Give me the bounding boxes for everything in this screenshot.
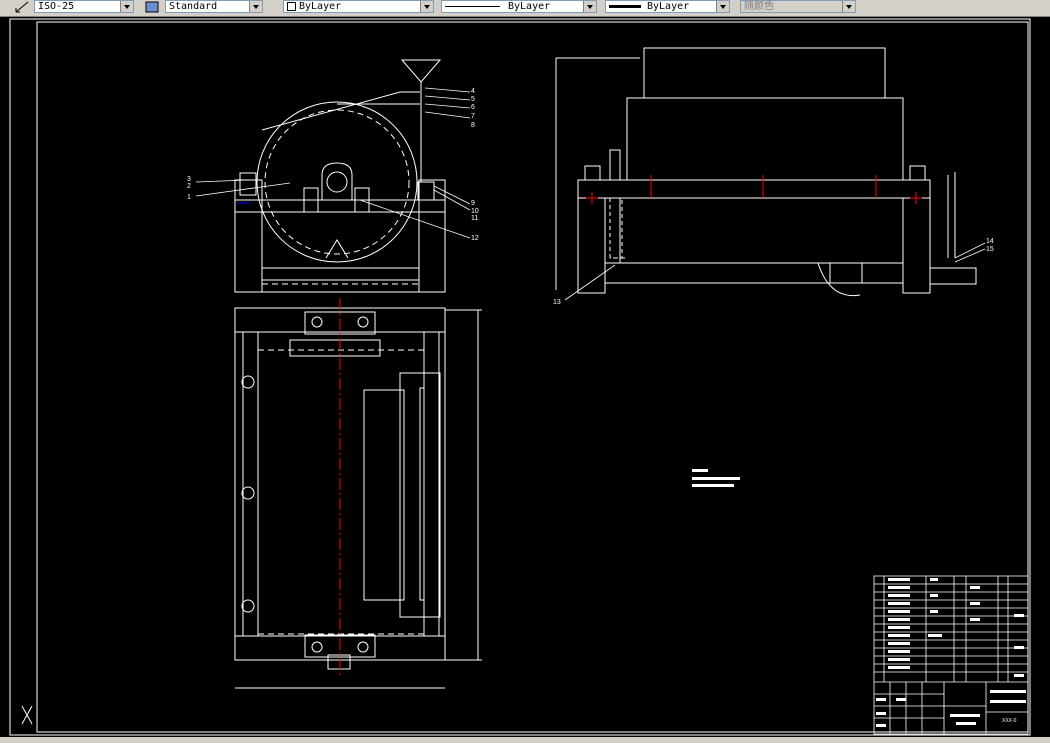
linetype-preview	[445, 5, 500, 7]
callout-2: 2	[187, 183, 191, 190]
drawing-canvas[interactable]: 4 5 6 7 8 9 10 11 12 3 2 1 13 14 15 XXX-…	[0, 17, 1050, 737]
text-style-value: Standard	[169, 1, 218, 12]
plot-style-select[interactable]: 随颜色	[740, 0, 856, 13]
callout-10: 10	[471, 208, 479, 215]
callout-13: 13	[553, 299, 561, 306]
chevron-down-icon[interactable]	[120, 1, 133, 12]
color-swatch-icon	[287, 1, 296, 11]
lineweight-value: ByLayer	[647, 1, 690, 12]
plot-style-value: 随颜色	[744, 1, 774, 12]
status-bar	[0, 737, 1050, 743]
dimension-style-select[interactable]: ISO-25	[34, 0, 134, 13]
lineweight-select[interactable]: ByLayer	[605, 0, 730, 13]
dimension-style-value: ISO-25	[38, 1, 75, 12]
chevron-down-icon[interactable]	[420, 1, 433, 12]
callout-14: 14	[986, 238, 994, 245]
chevron-down-icon[interactable]	[583, 1, 596, 12]
properties-toolbar: ISO-25 Standard ByLayer ByLayer ByLayer …	[0, 0, 1050, 17]
callout-6: 6	[471, 104, 475, 111]
chevron-down-icon[interactable]	[249, 1, 262, 12]
callout-8: 8	[471, 122, 475, 129]
callout-1: 1	[187, 194, 191, 201]
callout-12: 12	[471, 235, 479, 242]
text-style-select[interactable]: Standard	[165, 0, 263, 13]
chevron-down-icon[interactable]	[842, 1, 855, 12]
callout-5: 5	[471, 96, 475, 103]
dimension-style-icon[interactable]	[14, 0, 30, 14]
callout-4: 4	[471, 88, 475, 95]
callout-11: 11	[471, 215, 478, 222]
callout-15: 15	[986, 246, 994, 253]
linetype-value: ByLayer	[508, 1, 551, 12]
layer-select[interactable]: ByLayer	[283, 0, 434, 13]
callout-9: 9	[471, 200, 475, 207]
chevron-down-icon[interactable]	[716, 1, 729, 12]
callout-7: 7	[471, 113, 475, 120]
lineweight-preview	[609, 4, 641, 8]
layer-value: ByLayer	[299, 1, 342, 12]
drawing-number: XXX-0	[1002, 718, 1017, 724]
linetype-select[interactable]: ByLayer	[441, 0, 597, 13]
text-style-icon[interactable]	[144, 0, 160, 14]
callout-3: 3	[187, 176, 191, 183]
